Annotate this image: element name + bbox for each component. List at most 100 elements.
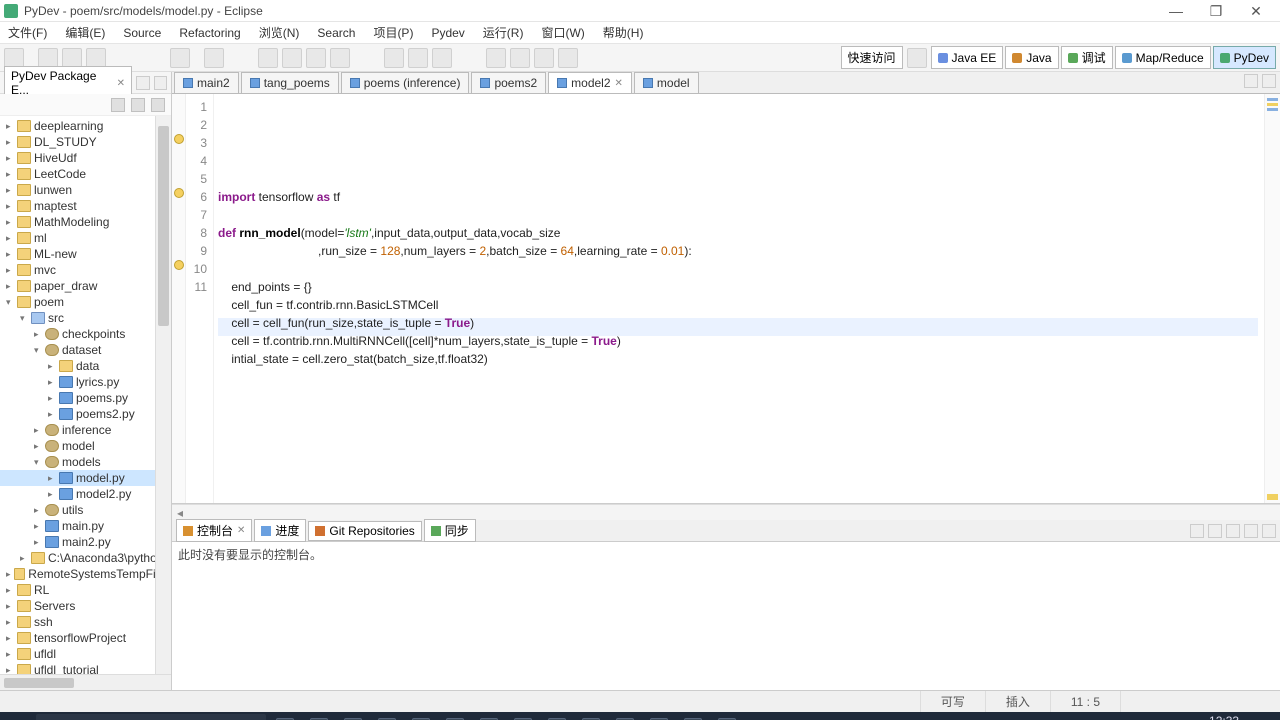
taskbar-app-icon[interactable] [506,714,540,720]
perspective-mapreduce[interactable]: Map/Reduce [1115,46,1211,69]
tree-item[interactable]: ▸RemoteSystemsTempFiles [0,566,171,582]
view-menu-icon[interactable] [151,98,165,112]
tree-item[interactable]: ▸main2.py [0,534,171,550]
tree-item[interactable]: ▾src [0,310,171,326]
taskbar-clock[interactable]: 12:332017/6/26 [1186,715,1239,720]
tree-scrollbar[interactable] [155,116,171,674]
taskbar-app-icon[interactable] [676,714,710,720]
coverage-button[interactable] [306,48,326,68]
tree-item[interactable]: ▸MathModeling [0,214,171,230]
editor-tab[interactable]: main2 [174,72,239,93]
warning-marker-icon[interactable] [174,134,184,144]
collapse-all-icon[interactable] [111,98,125,112]
tree-item[interactable]: ▸ml [0,230,171,246]
refresh-button[interactable] [170,48,190,68]
editor-maximize-button[interactable] [1262,74,1276,88]
editor-tab[interactable]: model [634,72,699,93]
menu-item[interactable]: 窗口(W) [537,22,588,43]
console-view[interactable]: 此时没有要显示的控制台。 [172,542,1280,690]
perspective-[interactable]: 调试 [1061,46,1113,69]
tree-item[interactable]: ▸poems.py [0,390,171,406]
taskbar-app-icon[interactable] [268,714,302,720]
perspective-java[interactable]: Java [1005,46,1058,69]
close-tab-icon[interactable]: ✕ [615,78,623,89]
bottom-tab[interactable]: 同步 [424,519,476,542]
saveall-button[interactable] [62,48,82,68]
editor-tab[interactable]: tang_poems [241,72,339,93]
tree-item[interactable]: ▾models [0,454,171,470]
warning-marker-icon[interactable] [174,188,184,198]
menu-item[interactable]: Source [119,24,165,42]
close-button[interactable]: ✕ [1236,1,1276,21]
view-minimize-button[interactable] [136,76,149,90]
terminate-button[interactable] [204,48,224,68]
taskbar-app-icon[interactable] [540,714,574,720]
overview-ruler[interactable] [1264,94,1280,503]
tree-hscroll[interactable] [0,674,171,690]
external-button[interactable] [330,48,350,68]
menu-item[interactable]: Refactoring [175,24,244,42]
start-button[interactable] [4,714,34,720]
editor-tab[interactable]: poems2 [471,72,546,93]
back-button[interactable] [534,48,554,68]
save-button[interactable] [38,48,58,68]
maximize-button[interactable]: ❐ [1196,1,1236,21]
bottom-tab[interactable]: 进度 [254,519,306,542]
tree-item[interactable]: ▾dataset [0,342,171,358]
tree-item[interactable]: ▸utils [0,502,171,518]
tree-item[interactable]: ▸ML-new [0,246,171,262]
tree-item[interactable]: ▸model2.py [0,486,171,502]
prev-edit-button[interactable] [486,48,506,68]
view-maximize-button[interactable] [154,76,167,90]
tree-item[interactable]: ▸Servers [0,598,171,614]
code-editor[interactable]: import tensorflow as tf def rnn_model(mo… [214,94,1264,503]
menu-item[interactable]: Pydev [427,24,468,42]
menu-item[interactable]: 文件(F) [4,22,51,43]
project-tree[interactable]: ▸deeplearning▸DL_STUDY▸HiveUdf▸LeetCode▸… [0,116,171,674]
print-button[interactable] [86,48,106,68]
tree-item[interactable]: ▸paper_draw [0,278,171,294]
editor-tab[interactable]: model2✕ [548,72,632,93]
debug-button[interactable] [258,48,278,68]
open-task-button[interactable] [384,48,404,68]
next-edit-button[interactable] [510,48,530,68]
marker-bar[interactable] [172,94,186,503]
taskbar-app-icon[interactable] [710,714,744,720]
quick-access[interactable]: 快速访问 [841,46,903,69]
tree-item[interactable]: ▸tensorflowProject [0,630,171,646]
console-max-button[interactable] [1262,524,1276,538]
taskbar-app-icon[interactable] [336,714,370,720]
forward-button[interactable] [558,48,578,68]
search-button[interactable] [408,48,428,68]
new-button[interactable] [4,48,24,68]
taskbar-app-icon[interactable] [302,714,336,720]
tree-item[interactable]: ▸lunwen [0,182,171,198]
tree-item[interactable]: ▸ssh [0,614,171,630]
display-console-icon[interactable] [1208,524,1222,538]
close-icon[interactable]: ✕ [237,525,245,536]
cortana-search[interactable]: 有问题尽管问我 🎤 [36,714,266,720]
tree-item[interactable]: ▸RL [0,582,171,598]
tree-item[interactable]: ▸DL_STUDY [0,134,171,150]
open-perspective-button[interactable] [907,48,927,68]
taskbar-app-icon[interactable] [642,714,676,720]
tree-item[interactable]: ▸poems2.py [0,406,171,422]
menu-item[interactable]: 帮助(H) [599,22,648,43]
tree-item[interactable]: ▸model [0,438,171,454]
editor-hscroll[interactable]: ◂ [172,504,1280,520]
tree-item[interactable]: ▸checkpoints [0,326,171,342]
tree-item[interactable]: ▸ufldl [0,646,171,662]
tree-item[interactable]: ▸model.py [0,470,171,486]
tree-item[interactable]: ▸deeplearning [0,118,171,134]
console-min-button[interactable] [1244,524,1258,538]
tree-item[interactable]: ▸LeetCode [0,166,171,182]
tree-item[interactable]: ▸maptest [0,198,171,214]
link-editor-icon[interactable] [131,98,145,112]
tree-item[interactable]: ▸HiveUdf [0,150,171,166]
annotate-button[interactable] [432,48,452,68]
open-console-icon[interactable] [1226,524,1240,538]
taskbar-app-icon[interactable] [404,714,438,720]
tree-item[interactable]: ▸inference [0,422,171,438]
perspective-pydev[interactable]: PyDev [1213,46,1276,69]
menu-item[interactable]: 运行(R) [479,22,528,43]
